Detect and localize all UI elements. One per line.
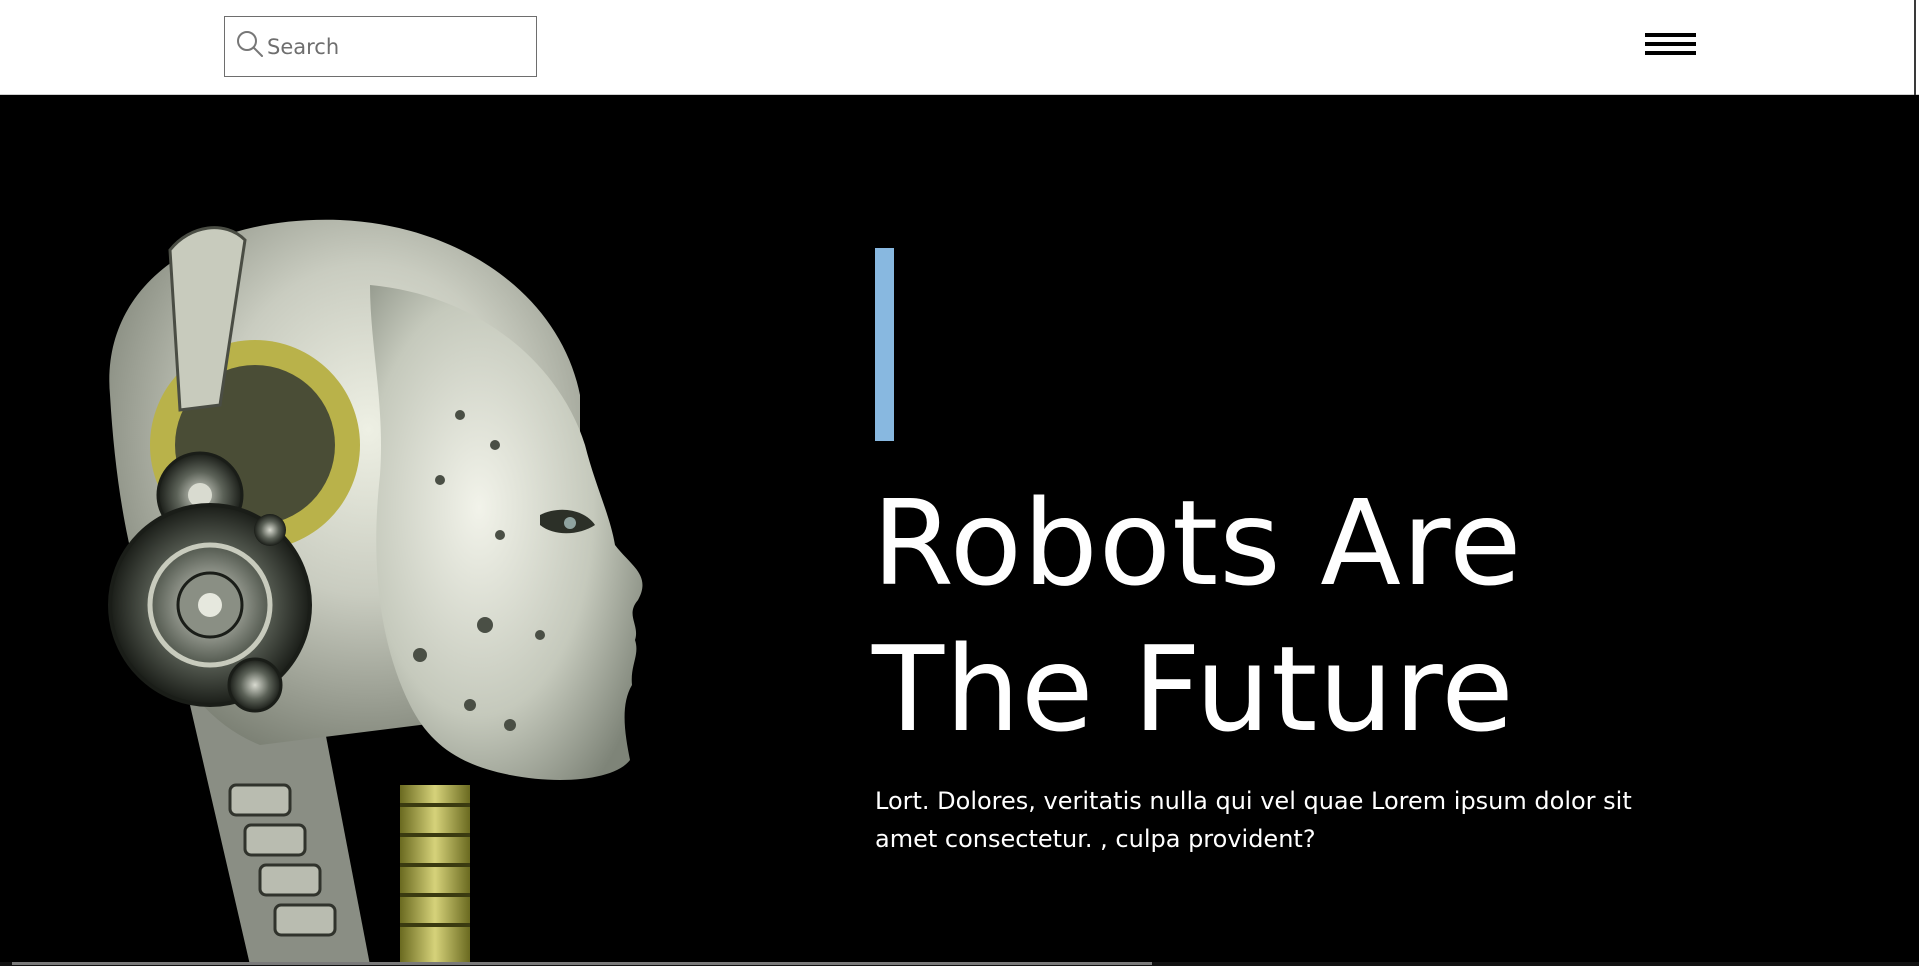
hamburger-menu-icon[interactable] <box>1645 33 1696 59</box>
headline-line: Robots Are <box>872 474 1523 612</box>
horizontal-scrollbar[interactable] <box>0 962 1919 966</box>
search-input[interactable] <box>267 17 531 76</box>
search-box[interactable] <box>224 16 537 77</box>
hero-description: Lort. Dolores, veritatis nulla qui vel q… <box>875 787 1632 853</box>
hamburger-line <box>1645 42 1696 46</box>
accent-bar <box>875 248 894 441</box>
hero-headline: Robots Are The Future <box>872 470 1772 762</box>
site-header <box>0 0 1919 110</box>
search-icon <box>237 31 263 57</box>
horizontal-scrollbar-thumb[interactable] <box>12 962 1152 965</box>
vertical-scrollbar-thumb[interactable] <box>1914 0 1916 110</box>
headline-line: The Future <box>872 620 1515 758</box>
robot-head-image <box>108 219 643 965</box>
hamburger-line <box>1645 33 1696 37</box>
hamburger-line <box>1645 51 1696 55</box>
